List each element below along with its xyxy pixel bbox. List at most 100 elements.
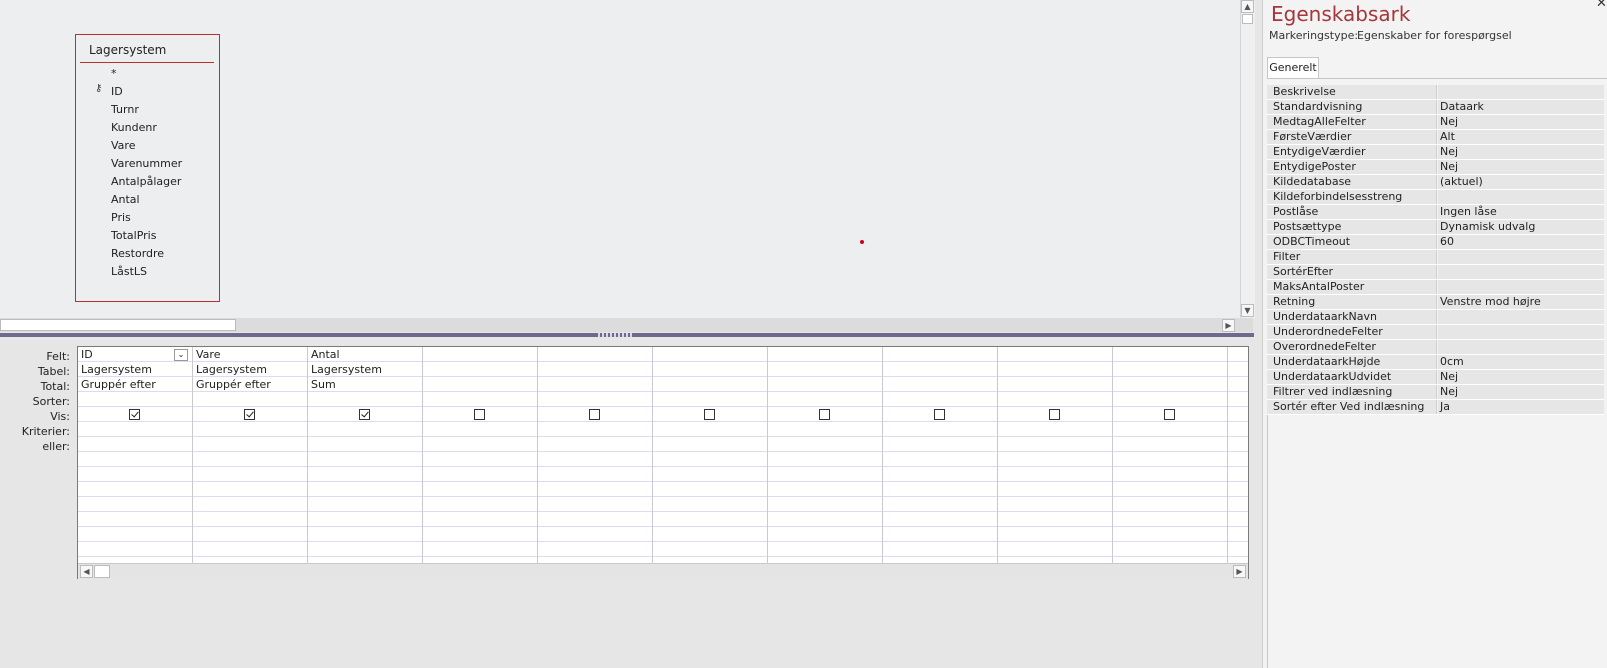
property-row[interactable]: Postlåse Ingen låse: [1267, 205, 1604, 220]
show-checkbox[interactable]: [589, 409, 600, 420]
property-row[interactable]: EntydigeVærdier Nej: [1267, 145, 1604, 160]
close-icon[interactable]: ✕: [1596, 0, 1607, 11]
property-value[interactable]: Dataark: [1438, 100, 1604, 114]
scroll-down-icon[interactable]: ▼: [1241, 304, 1254, 317]
property-row[interactable]: Kildeforbindelsesstreng: [1267, 190, 1604, 205]
chevron-down-icon[interactable]: ⌄: [174, 349, 188, 361]
field-cell[interactable]: Antal: [311, 348, 340, 361]
scroll-left-icon[interactable]: ◀: [80, 565, 93, 578]
property-value[interactable]: Ingen låse: [1438, 205, 1604, 219]
property-value[interactable]: Nej: [1438, 370, 1604, 384]
grid-horizontal-scrollbar[interactable]: ◀ ▶: [78, 563, 1248, 579]
field-list-item[interactable]: ID: [111, 85, 123, 98]
field-list-item[interactable]: Turnr: [111, 103, 139, 116]
grid-column[interactable]: [1113, 347, 1228, 565]
property-value[interactable]: [1438, 325, 1604, 339]
show-checkbox[interactable]: [244, 409, 255, 420]
property-value[interactable]: Dynamisk udvalg: [1438, 220, 1604, 234]
field-list-item[interactable]: Kundenr: [111, 121, 157, 134]
grid-column[interactable]: [883, 347, 998, 565]
property-row[interactable]: Retning Venstre mod højre: [1267, 295, 1604, 310]
show-checkbox[interactable]: [129, 409, 140, 420]
upper-vertical-scrollbar[interactable]: ▲ ▼: [1240, 0, 1255, 318]
property-value[interactable]: [1438, 340, 1604, 354]
table-title[interactable]: Lagersystem: [89, 43, 166, 57]
grid-column[interactable]: [538, 347, 653, 565]
scroll-right-icon[interactable]: ▶: [1222, 319, 1235, 332]
grid-column[interactable]: [653, 347, 768, 565]
field-list-item[interactable]: TotalPris: [111, 229, 156, 242]
property-row[interactable]: Sortér efter Ved indlæsning Ja: [1267, 400, 1604, 415]
property-row[interactable]: UnderordnedeFelter: [1267, 325, 1604, 340]
total-cell[interactable]: Gruppér efter: [81, 378, 156, 391]
horizontal-scroll-thumb[interactable]: [0, 319, 236, 331]
show-checkbox[interactable]: [359, 409, 370, 420]
property-row[interactable]: MaksAntalPoster: [1267, 280, 1604, 295]
property-value[interactable]: [1438, 310, 1604, 324]
property-value[interactable]: [1438, 190, 1604, 204]
field-cell[interactable]: ID: [81, 348, 93, 361]
property-row[interactable]: Filtrer ved indlæsning Nej: [1267, 385, 1604, 400]
query-design-pane[interactable]: Lagersystem ⚷ * ID Turnr Kundenr Vare Varenum…: [0, 0, 1240, 318]
show-checkbox[interactable]: [1164, 409, 1175, 420]
property-row[interactable]: FørsteVærdier Alt: [1267, 130, 1604, 145]
property-value[interactable]: Nej: [1438, 145, 1604, 159]
table-cell[interactable]: Lagersystem: [311, 363, 382, 376]
property-value[interactable]: 0cm: [1438, 355, 1604, 369]
property-table[interactable]: Beskrivelse Standardvisning Dataark MedtagA…: [1267, 85, 1604, 415]
scroll-up-icon[interactable]: ▲: [1241, 0, 1254, 13]
grid-scroll-thumb[interactable]: [94, 565, 110, 578]
property-row[interactable]: EntydigePoster Nej: [1267, 160, 1604, 175]
property-value[interactable]: Nej: [1438, 115, 1604, 129]
table-field-list[interactable]: Lagersystem ⚷ * ID Turnr Kundenr Vare Varenum…: [75, 34, 220, 302]
field-list-item[interactable]: Pris: [111, 211, 131, 224]
property-row[interactable]: UnderdataarkHøjde 0cm: [1267, 355, 1604, 370]
show-checkbox[interactable]: [704, 409, 715, 420]
field-list-item[interactable]: Varenummer: [111, 157, 182, 170]
grid-column[interactable]: [998, 347, 1113, 565]
field-list-item[interactable]: Antal: [111, 193, 140, 206]
property-row[interactable]: Filter: [1267, 250, 1604, 265]
field-list-item[interactable]: Antalpålager: [111, 175, 181, 188]
scroll-right-icon[interactable]: ▶: [1233, 565, 1246, 578]
upper-horizontal-scrollbar[interactable]: ▶: [0, 318, 1253, 332]
property-value[interactable]: [1438, 250, 1604, 264]
show-checkbox[interactable]: [1049, 409, 1060, 420]
total-cell[interactable]: Gruppér efter: [196, 378, 271, 391]
property-value[interactable]: Nej: [1438, 160, 1604, 174]
property-value[interactable]: 60: [1438, 235, 1604, 249]
vertical-scroll-thumb[interactable]: [1242, 14, 1253, 24]
total-cell[interactable]: Sum: [311, 378, 336, 391]
property-row[interactable]: Standardvisning Dataark: [1267, 100, 1604, 115]
property-value[interactable]: [1438, 265, 1604, 279]
tab-general[interactable]: Generelt: [1267, 57, 1319, 79]
grid-column[interactable]: [768, 347, 883, 565]
show-checkbox[interactable]: [474, 409, 485, 420]
grid-column[interactable]: [423, 347, 538, 565]
field-list-item[interactable]: Vare: [111, 139, 135, 152]
property-value[interactable]: [1438, 85, 1604, 99]
property-value[interactable]: Venstre mod højre: [1438, 295, 1604, 309]
property-row[interactable]: UnderdataarkNavn: [1267, 310, 1604, 325]
property-row[interactable]: Beskrivelse: [1267, 85, 1604, 100]
property-value[interactable]: Alt: [1438, 130, 1604, 144]
property-value[interactable]: Nej: [1438, 385, 1604, 399]
property-value[interactable]: Ja: [1438, 400, 1604, 414]
field-list-item[interactable]: *: [111, 67, 117, 80]
field-cell[interactable]: Vare: [196, 348, 220, 361]
show-checkbox[interactable]: [819, 409, 830, 420]
property-row[interactable]: Kildedatabase (aktuel): [1267, 175, 1604, 190]
property-value[interactable]: (aktuel): [1438, 175, 1604, 189]
query-design-grid[interactable]: ID Lagersystem Gruppér efter ⌄ Vare Lagersyst…: [77, 346, 1249, 579]
property-row[interactable]: ODBCTimeout 60: [1267, 235, 1604, 250]
show-checkbox[interactable]: [934, 409, 945, 420]
splitter-grip[interactable]: [598, 333, 634, 337]
table-cell[interactable]: Lagersystem: [81, 363, 152, 376]
property-row[interactable]: SortérEfter: [1267, 265, 1604, 280]
field-list-item[interactable]: LåstLS: [111, 265, 147, 278]
property-value[interactable]: [1438, 280, 1604, 294]
field-list-item[interactable]: Restordre: [111, 247, 164, 260]
table-cell[interactable]: Lagersystem: [196, 363, 267, 376]
property-row[interactable]: Postsættype Dynamisk udvalg: [1267, 220, 1604, 235]
property-sheet[interactable]: Egenskabsark ✕ Markeringstype: Egenskabe…: [1262, 0, 1607, 668]
